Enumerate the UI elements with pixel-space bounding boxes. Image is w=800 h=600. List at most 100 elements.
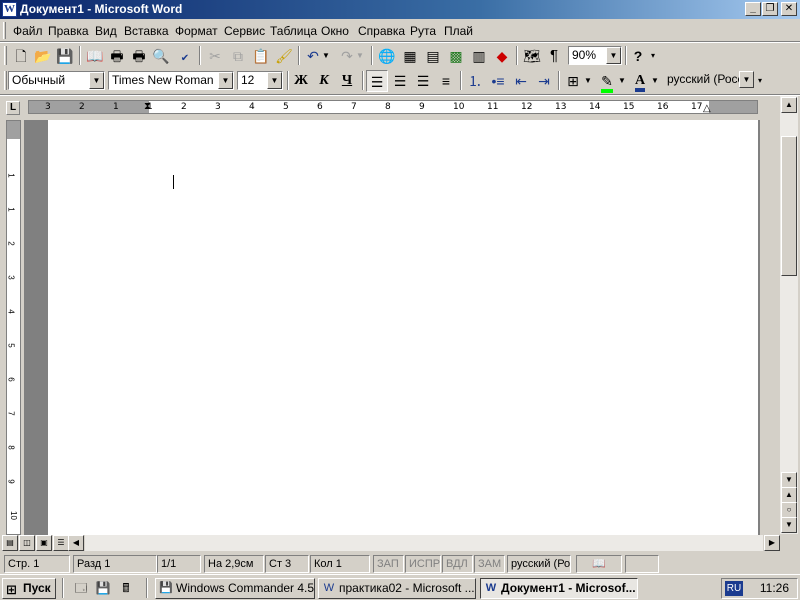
prev-page-button[interactable]: ▲: [781, 487, 797, 503]
first-line-indent-icon[interactable]: ⧗: [144, 101, 151, 113]
drawing-button[interactable]: ◆: [491, 45, 513, 67]
menu-edit[interactable]: Правка: [48, 24, 89, 38]
font-color-dropdown[interactable]: ▼: [650, 70, 660, 92]
decrease-indent-button[interactable]: ⇤: [510, 70, 532, 92]
minimize-button[interactable]: _: [745, 2, 761, 16]
taskbar-praktika[interactable]: W практика02 - Microsoft ...: [318, 578, 476, 599]
status-language[interactable]: русский (Ро: [507, 555, 571, 573]
vruler-strip[interactable]: 11234567891011: [6, 120, 21, 535]
browse-object-button[interactable]: ○: [781, 502, 797, 518]
scroll-left-button[interactable]: ◀: [68, 535, 84, 551]
toolbar-grip[interactable]: [4, 46, 7, 65]
numbering-button[interactable]: ⒈: [464, 70, 486, 92]
menubar-grip[interactable]: [3, 22, 6, 39]
bullets-button[interactable]: •≡: [487, 70, 509, 92]
toolbar-options[interactable]: ▾: [755, 70, 765, 92]
toolbar-options[interactable]: ▾: [648, 45, 658, 67]
format-painter-button[interactable]: 🖌: [273, 45, 295, 67]
cut-button[interactable]: ✂: [204, 45, 226, 67]
status-record-macro[interactable]: ЗАП: [373, 555, 404, 573]
menu-format[interactable]: Формат: [175, 24, 218, 38]
bold-button[interactable]: Ж: [290, 70, 312, 92]
redo-dropdown[interactable]: ▼: [354, 45, 366, 67]
help-button[interactable]: ?: [627, 45, 649, 67]
chevron-down-icon[interactable]: ▼: [218, 72, 233, 89]
normal-view-button[interactable]: ▤: [2, 535, 18, 551]
menu-tools[interactable]: Сервис: [224, 24, 265, 38]
print-preview-button[interactable]: 🔍: [150, 45, 172, 67]
document-map-button[interactable]: 🗺: [521, 45, 543, 67]
menu-file[interactable]: Файл: [13, 24, 43, 38]
paste-button[interactable]: 📋: [250, 45, 272, 67]
document-page[interactable]: [48, 120, 758, 535]
underline-button[interactable]: Ч: [336, 70, 358, 92]
status-extend[interactable]: ВДЛ: [442, 555, 473, 573]
print-layout-button[interactable]: ▣: [36, 535, 52, 551]
ruler-strip[interactable]: 3 2 1 1 2 3 4 5 6 7 8 9 10 11 12 13 14 15 16 17 ⧗ △: [28, 100, 758, 114]
next-page-button[interactable]: ▼: [781, 517, 797, 533]
align-left-button[interactable]: ☰: [366, 70, 388, 92]
insert-excel-button[interactable]: ▩: [445, 45, 467, 67]
hyperlink-button[interactable]: 🌐: [376, 45, 398, 67]
language-indicator[interactable]: RU: [725, 581, 743, 596]
zoom-combo[interactable]: 90% ▼: [568, 46, 622, 65]
chevron-down-icon[interactable]: ▼: [739, 71, 754, 88]
quicklaunch-save[interactable]: 💾: [94, 579, 112, 597]
font-combo[interactable]: Times New Roman ▼: [108, 71, 234, 90]
horizontal-ruler[interactable]: L 3 2 1 1 2 3 4 5 6 7 8 9 10 11 12 13 14 15 16 17 ⧗ △: [0, 96, 800, 118]
highlight-dropdown[interactable]: ▼: [617, 70, 627, 92]
clock[interactable]: 11:26: [760, 581, 789, 595]
menu-help[interactable]: Справка: [358, 24, 405, 38]
right-indent-icon[interactable]: △: [703, 103, 711, 113]
scroll-thumb[interactable]: [781, 136, 797, 276]
web-layout-button[interactable]: ◫: [19, 535, 35, 551]
menu-insert[interactable]: Вставка: [124, 24, 169, 38]
vertical-scrollbar[interactable]: ▲ ▼ ▲ ○ ▼: [780, 96, 798, 534]
chevron-down-icon[interactable]: ▼: [267, 72, 282, 89]
align-right-button[interactable]: ☰: [412, 70, 434, 92]
italic-button[interactable]: К: [313, 70, 335, 92]
increase-indent-button[interactable]: ⇥: [533, 70, 555, 92]
menu-table[interactable]: Таблица: [270, 24, 317, 38]
chevron-down-icon[interactable]: ▼: [606, 47, 621, 64]
taskbar-windows-commander[interactable]: 💾 Windows Commander 4.5...: [155, 578, 315, 599]
quicklaunch-app[interactable]: 🖩: [117, 579, 135, 597]
print-preview-small-button[interactable]: 🖶: [128, 45, 150, 67]
scroll-right-button[interactable]: ▶: [764, 535, 780, 551]
spelling-button[interactable]: ✔: [174, 45, 196, 67]
menu-ruta[interactable]: Рута: [410, 24, 436, 38]
borders-dropdown[interactable]: ▼: [583, 70, 593, 92]
start-button[interactable]: ⊞ Пуск: [2, 578, 56, 599]
open-button[interactable]: 📂: [32, 45, 54, 67]
scroll-up-button[interactable]: ▲: [781, 97, 797, 113]
font-color-button[interactable]: A: [629, 70, 651, 92]
web-view-button[interactable]: 📖: [84, 45, 106, 67]
vertical-ruler[interactable]: 11234567891011: [4, 120, 22, 535]
restore-button[interactable]: ❐: [762, 2, 778, 16]
menu-window[interactable]: Окно: [321, 24, 349, 38]
taskbar-document1[interactable]: W Документ1 - Microsof...: [480, 578, 638, 599]
tab-selector[interactable]: L: [6, 101, 20, 115]
language-combo[interactable]: русский (Росси ▼: [664, 71, 754, 90]
copy-button[interactable]: ⧉: [227, 45, 249, 67]
print-button[interactable]: 🖶: [106, 45, 128, 67]
show-formatting-button[interactable]: ¶: [543, 45, 565, 67]
horizontal-scroll-track[interactable]: [85, 535, 763, 551]
new-document-button[interactable]: 🗋: [10, 45, 32, 67]
columns-button[interactable]: ▥: [468, 45, 490, 67]
spelling-status[interactable]: 📖: [576, 555, 622, 573]
quicklaunch-desktop[interactable]: 🗔: [72, 579, 90, 597]
close-button[interactable]: ✕: [781, 2, 797, 16]
style-combo[interactable]: Обычный ▼: [8, 71, 105, 90]
font-size-combo[interactable]: 12 ▼: [237, 71, 283, 90]
title-bar[interactable]: W Документ1 - Microsoft Word _ ❐ ✕: [0, 0, 800, 19]
menu-view[interactable]: Вид: [95, 24, 117, 38]
status-track-changes[interactable]: ИСПР: [405, 555, 441, 573]
undo-dropdown[interactable]: ▼: [320, 45, 332, 67]
borders-button[interactable]: ⊞: [562, 70, 584, 92]
tables-borders-button[interactable]: ▦: [399, 45, 421, 67]
word-app-icon[interactable]: W: [2, 2, 17, 17]
toolbar-grip[interactable]: [4, 71, 7, 90]
scroll-down-button[interactable]: ▼: [781, 472, 797, 488]
save-button[interactable]: 💾: [54, 45, 76, 67]
